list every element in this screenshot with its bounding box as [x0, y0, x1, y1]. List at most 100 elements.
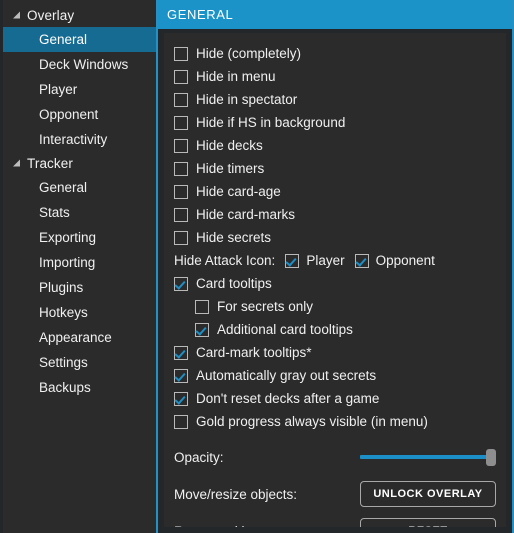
sidebar-item-label: Opponent [39, 107, 99, 122]
misc-options-group: Card-mark tooltips* Automatically gray ou… [174, 341, 496, 433]
sidebar-item-label: Interactivity [39, 132, 108, 147]
content-header: GENERAL [158, 0, 512, 29]
sidebar-group-label: Overlay [27, 8, 75, 23]
hide-options-group: Hide (completely) Hide in menu Hide in spe… [174, 42, 496, 249]
checkbox-label: Hide timers [196, 161, 265, 176]
sidebar-item-exporting[interactable]: Exporting [3, 225, 156, 250]
attack-icon-opponent-checkbox[interactable] [354, 253, 369, 268]
sidebar-item-general[interactable]: General [3, 27, 156, 52]
sidebar-group-tracker[interactable]: Tracker [3, 152, 156, 175]
checkbox-hide-in-menu[interactable] [174, 69, 188, 84]
general-settings-body: Hide (completely) Hide in menu Hide in spe… [164, 33, 506, 527]
checkbox-row-automatically-gray-out-secrets[interactable]: Automatically gray out secrets [174, 364, 496, 387]
sidebar-item-settings[interactable]: Settings [3, 350, 156, 375]
hide-attack-icon-label: Hide Attack Icon: [174, 253, 276, 268]
sidebar-item-label: General [39, 180, 88, 195]
expander-expanded-icon[interactable] [11, 10, 22, 21]
page-title: GENERAL [167, 7, 234, 22]
opacity-row: Opacity: [174, 441, 496, 473]
sidebar-item-label: Plugins [39, 280, 84, 295]
checkbox-row-card-tooltips[interactable]: Card tooltips [174, 272, 496, 295]
checkbox-row-hide-timers[interactable]: Hide timers [174, 157, 496, 180]
sidebar-item-label: Deck Windows [39, 57, 129, 72]
checkbox-row-gold-progress-always-visible-in-menu[interactable]: Gold progress always visible (in menu) [174, 410, 496, 433]
checkbox-label: Hide in menu [196, 69, 276, 84]
card-tooltips-group: Card tooltips For secrets only Additional … [174, 272, 496, 341]
checkbox-label: Hide card-age [196, 184, 281, 199]
checkbox-row-hide-completely[interactable]: Hide (completely) [174, 42, 496, 65]
sidebar-item-appearance[interactable]: Appearance [3, 325, 156, 350]
checkbox-card-mark-tooltips[interactable] [174, 345, 188, 360]
sidebar-item-general[interactable]: General [3, 175, 156, 200]
sidebar-item-label: Exporting [39, 230, 97, 245]
checkbox-label: Hide card-marks [196, 207, 296, 222]
checkbox-row-hide-if-hs-in-background[interactable]: Hide if HS in background [174, 111, 496, 134]
checkbox-row-for-secrets-only[interactable]: For secrets only [174, 295, 496, 318]
checkbox-label: Automatically gray out secrets [196, 368, 377, 383]
checkbox-label: Card tooltips [196, 276, 272, 291]
checkbox-hide-secrets[interactable] [174, 230, 188, 245]
checkbox-label: Hide (completely) [196, 46, 302, 61]
sidebar-item-importing[interactable]: Importing [3, 250, 156, 275]
checkbox-hide-in-spectator[interactable] [174, 92, 188, 107]
checkbox-label: For secrets only [217, 299, 314, 314]
checkbox-row-hide-secrets[interactable]: Hide secrets [174, 226, 496, 249]
checkbox-row-don-t-reset-decks-after-a-game[interactable]: Don't reset decks after a game [174, 387, 496, 410]
checkbox-hide-decks[interactable] [174, 138, 188, 153]
attack-icon-player-checkbox[interactable] [285, 253, 300, 268]
reset-button[interactable]: RESET [360, 518, 496, 527]
checkbox-for-secrets-only[interactable] [195, 299, 209, 314]
checkbox-card-tooltips[interactable] [174, 276, 188, 291]
attack-icon-player-label: Player [306, 253, 345, 268]
checkbox-row-hide-card-age[interactable]: Hide card-age [174, 180, 496, 203]
checkbox-hide-if-hs-in-background[interactable] [174, 115, 188, 130]
checkbox-row-hide-in-menu[interactable]: Hide in menu [174, 65, 496, 88]
expander-expanded-icon[interactable] [11, 158, 22, 169]
sidebar-item-hotkeys[interactable]: Hotkeys [3, 300, 156, 325]
checkbox-label: Hide secrets [196, 230, 272, 245]
checkbox-label: Additional card tooltips [217, 322, 353, 337]
sidebar-group-overlay[interactable]: Overlay [3, 4, 156, 27]
reset-positions-row: Reset positions: RESET [174, 515, 496, 527]
settings-sidebar: Overlay General Deck Windows Player Opponent… [0, 0, 158, 533]
checkbox-hide-card-age[interactable] [174, 184, 188, 199]
sidebar-item-opponent[interactable]: Opponent [3, 102, 156, 127]
checkbox-row-hide-decks[interactable]: Hide decks [174, 134, 496, 157]
hide-attack-icon-row: Hide Attack Icon: Player Opponent [174, 249, 496, 272]
sidebar-item-label: Backups [39, 380, 91, 395]
checkbox-automatically-gray-out-secrets[interactable] [174, 368, 188, 383]
checkbox-hide-card-marks[interactable] [174, 207, 188, 222]
checkbox-label: Gold progress always visible (in menu) [196, 414, 428, 429]
sidebar-item-deck-windows[interactable]: Deck Windows [3, 52, 156, 77]
checkbox-additional-card-tooltips[interactable] [195, 322, 209, 337]
sidebar-item-stats[interactable]: Stats [3, 200, 156, 225]
attack-icon-opponent-option[interactable]: Opponent [354, 253, 435, 268]
sidebar-item-plugins[interactable]: Plugins [3, 275, 156, 300]
settings-content-panel: GENERAL Hide (completely) Hide in menu Hid… [158, 0, 514, 533]
attack-icon-player-option[interactable]: Player [285, 253, 345, 268]
settings-window: Overlay General Deck Windows Player Opponent… [0, 0, 514, 533]
sidebar-item-interactivity[interactable]: Interactivity [3, 127, 156, 152]
opacity-slider-thumb[interactable] [486, 449, 496, 466]
sidebar-item-backups[interactable]: Backups [3, 375, 156, 400]
checkbox-don-t-reset-decks-after-a-game[interactable] [174, 391, 188, 406]
move-resize-label: Move/resize objects: [174, 486, 298, 502]
checkbox-row-additional-card-tooltips[interactable]: Additional card tooltips [174, 318, 496, 341]
checkbox-row-hide-card-marks[interactable]: Hide card-marks [174, 203, 496, 226]
sidebar-item-player[interactable]: Player [3, 77, 156, 102]
sidebar-item-label: Appearance [39, 330, 112, 345]
checkbox-label: Don't reset decks after a game [196, 391, 380, 406]
opacity-label: Opacity: [174, 449, 224, 465]
sidebar-group-label: Tracker [27, 156, 73, 171]
checkbox-row-hide-in-spectator[interactable]: Hide in spectator [174, 88, 496, 111]
checkbox-hide-completely[interactable] [174, 46, 188, 61]
sidebar-item-label: Importing [39, 255, 96, 270]
unlock-overlay-button[interactable]: UNLOCK OVERLAY [360, 481, 496, 507]
move-resize-row: Move/resize objects: UNLOCK OVERLAY [174, 478, 496, 510]
checkbox-label: Card-mark tooltips* [196, 345, 312, 360]
checkbox-row-card-mark-tooltips[interactable]: Card-mark tooltips* [174, 341, 496, 364]
checkbox-label: Hide in spectator [196, 92, 298, 107]
checkbox-hide-timers[interactable] [174, 161, 188, 176]
checkbox-gold-progress-always-visible-in-menu[interactable] [174, 414, 188, 429]
opacity-slider[interactable] [360, 448, 496, 466]
